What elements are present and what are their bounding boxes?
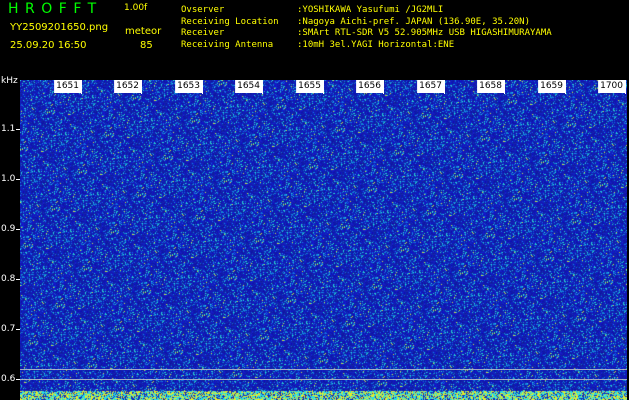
meteor-label: meteor [125, 26, 162, 37]
info-value: :Nagoya Aichi-pref. JAPAN (136.90E, 35.2… [297, 16, 530, 27]
info-key: Ovserver [181, 5, 225, 15]
minute-label: 1700 [598, 80, 625, 93]
minute-label: 1654 [235, 80, 262, 93]
station-info: Ovserver :YOSHIKAWA Yasufumi /JG2MLI Rec… [181, 5, 552, 51]
file-name: YY2509201650.png [10, 22, 109, 33]
minute-divider [625, 80, 626, 94]
minute-label: 1652 [114, 80, 141, 93]
y-tick-label: 0.7 [1, 324, 16, 334]
minute-divider [81, 80, 82, 94]
minute-label: 1656 [356, 80, 383, 93]
y-tick-label: 1.1 [1, 124, 16, 134]
info-value: :SMArt RTL-SDR V5 52.905MHz USB HIGASHIM… [297, 28, 552, 38]
frequency-marker-line [20, 379, 627, 380]
y-axis: 1.1 1.0 0.9 0.8 0.7 0.6 [0, 80, 20, 400]
y-tick-label: 1.0 [1, 174, 16, 184]
info-row-antenna: Receiving Antenna :10mH 3el.YAGI Horizon… [181, 40, 552, 52]
y-tick-label: 0.8 [1, 274, 16, 284]
y-tick-label: 0.6 [1, 374, 16, 384]
minute-divider [202, 80, 203, 94]
info-key: Receiving Antenna [181, 39, 274, 50]
info-row-receiver: Receiver :SMArt RTL-SDR V5 52.905MHz USB… [181, 28, 552, 40]
waterfall-spectrogram: 1651 1652 1653 1654 1655 1656 1657 1658 … [20, 80, 627, 400]
minute-divider [141, 80, 142, 94]
minute-label: 1657 [417, 80, 444, 93]
minute-label: 1658 [477, 80, 504, 93]
minute-label: 1651 [54, 80, 81, 93]
minute-divider [444, 80, 445, 94]
minute-label: 1655 [296, 80, 323, 93]
minute-label: 1653 [175, 80, 202, 93]
info-row-location: Receiving Location :Nagoya Aichi-pref. J… [181, 17, 552, 29]
minute-divider [383, 80, 384, 94]
minute-divider [323, 80, 324, 94]
info-key: Receiving Location [181, 16, 279, 27]
info-key: Receiver [181, 28, 225, 38]
meteor-count: 85 [140, 40, 153, 51]
minute-divider [504, 80, 505, 94]
minute-label: 1659 [538, 80, 565, 93]
info-value: :YOSHIKAWA Yasufumi /JG2MLI [297, 5, 444, 15]
minute-divider [262, 80, 263, 94]
waterfall-canvas [20, 80, 627, 400]
minute-divider [565, 80, 566, 94]
app-title: HROFFT [8, 1, 103, 17]
info-value: :10mH 3el.YAGI Horizontal:ENE [297, 39, 455, 50]
y-tick-label: 0.9 [1, 224, 16, 234]
frequency-marker-line [20, 369, 627, 370]
app-version: 1.00f [124, 3, 148, 13]
info-row-observer: Ovserver :YOSHIKAWA Yasufumi /JG2MLI [181, 5, 552, 17]
capture-datetime: 25.09.20 16:50 [10, 40, 87, 51]
